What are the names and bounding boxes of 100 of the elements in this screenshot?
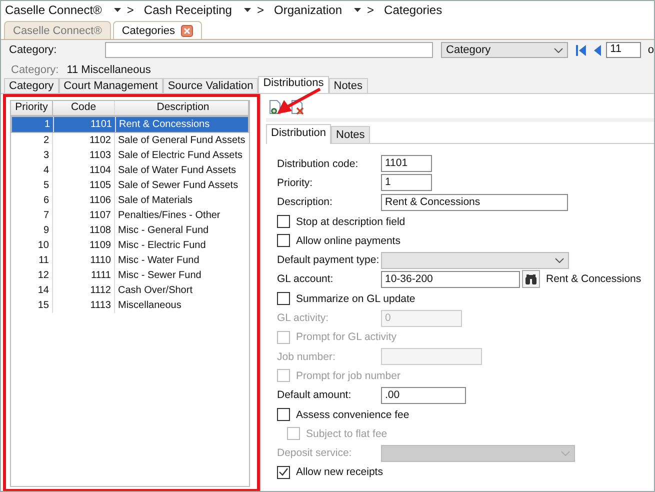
checkbox[interactable] [277, 215, 290, 228]
input-field[interactable]: 10-36-200 [381, 270, 520, 288]
checkbox-label: Prompt for job number [296, 370, 400, 382]
table-cell-text: Miscellaneous [117, 299, 182, 313]
table-cell-text: Misc - Electric Fund [117, 239, 207, 253]
pointer-arrow [275, 88, 321, 116]
table-cell: 1105 [53, 178, 115, 193]
table-cell: 2 [11, 133, 53, 148]
chevron-icon [555, 258, 564, 263]
tab[interactable]: Distribution [266, 124, 332, 144]
table-cell-text: Sale of Water Fund Assets [117, 164, 238, 178]
table-cell-text: Misc - General Fund [117, 224, 210, 238]
table-cell: 1106 [53, 193, 115, 208]
table-cell-text: Misc - Sewer Fund [117, 269, 202, 283]
grid-row[interactable]: 4 1104 Sale of Water Fund Assets [11, 163, 249, 178]
field-label: GL account: [277, 273, 334, 286]
current-label: Category: [11, 64, 59, 76]
breadcrumb-separator: > [367, 2, 374, 16]
field-label: Distribution code: [277, 158, 360, 170]
grid-row[interactable]: 3 1103 Sale of Electric Fund Assets [11, 148, 249, 163]
tab[interactable]: Category [4, 78, 59, 93]
breadcrumb-item[interactable]: Caselle Connect® [5, 2, 102, 16]
document-tab[interactable]: Categories [112, 21, 202, 39]
table-cell-text: Cash Over/Short [117, 284, 194, 298]
caret-icon[interactable] [354, 8, 362, 12]
grid-row[interactable]: 2 1102 Sale of General Fund Assets [11, 133, 249, 148]
checkbox-label: Subject to flat fee [306, 428, 388, 440]
caret-icon[interactable] [114, 8, 121, 12]
checkbox[interactable] [277, 408, 290, 421]
grid-row[interactable]: 7 1107 Penalties/Fines - Other [11, 208, 249, 223]
grid-row[interactable]: 10 1109 Misc - Electric Fund [11, 238, 249, 253]
field-label: GL activity: [277, 312, 330, 324]
input-field[interactable]: 1101 [381, 155, 432, 172]
record-field[interactable]: 11 [606, 42, 641, 58]
table-cell-text: Sale of Sewer Fund Assets [117, 179, 240, 193]
grid-row[interactable]: 12 1111 Misc - Sewer Fund [11, 268, 249, 283]
table-cell: 1104 [53, 163, 115, 178]
table-cell: 9 [11, 223, 53, 238]
breadcrumb-separator: > [126, 2, 134, 16]
field-label: Deposit service: [277, 447, 353, 460]
previous-record-icon[interactable] [594, 44, 602, 56]
table-cell: 1110 [53, 253, 115, 268]
close-icon[interactable] [181, 24, 194, 36]
grid-row[interactable]: 15 1113 Miscellaneous [11, 298, 249, 313]
search-label: Category: [9, 44, 58, 56]
search-field[interactable] [105, 42, 434, 58]
input-field[interactable]: Rent & Concessions [381, 194, 568, 211]
table-cell: 1102 [53, 133, 115, 148]
tab[interactable]: Notes [328, 78, 368, 93]
grid-row[interactable]: 6 1106 Sale of Materials [11, 193, 249, 208]
tab[interactable]: Notes [331, 126, 370, 143]
table-cell-text: Sale of General Fund Assets [117, 134, 246, 148]
table-cell: 3 [11, 148, 53, 163]
checkbox-label: Stop at description field [296, 216, 406, 228]
tab[interactable]: Distributions [258, 76, 329, 93]
table-cell: 1107 [53, 208, 115, 223]
checkbox[interactable] [277, 292, 290, 306]
checkbox-label: Prompt for GL activity [296, 331, 397, 344]
breadcrumb-item[interactable]: Categories [384, 2, 442, 16]
table-cell: 1113 [53, 298, 115, 313]
checkbox[interactable] [277, 466, 290, 479]
grid-row[interactable]: 5 1105 Sale of Sewer Fund Assets [11, 178, 249, 193]
table-cell: 1101 [54, 117, 116, 132]
checkbox[interactable] [277, 234, 290, 248]
table-cell: 4 [11, 163, 53, 178]
table-cell: 1 [12, 117, 54, 132]
caret-icon[interactable] [244, 8, 251, 12]
tab[interactable]: Source Validation [162, 78, 258, 93]
input-field[interactable]: .00 [381, 386, 466, 404]
breadcrumb-item[interactable]: Organization [274, 2, 342, 16]
breadcrumb-separator: > [256, 2, 264, 16]
chevron-icon [554, 48, 564, 52]
input-field[interactable]: 1 [381, 174, 432, 192]
column-header[interactable]: Priority [11, 101, 53, 115]
new-document-icon[interactable] [269, 100, 283, 115]
grid-row[interactable]: 1 1101 Rent & Concessions [11, 116, 249, 133]
table-cell: 12 [11, 268, 53, 283]
checkbox-label: Allow new receipts [296, 466, 383, 478]
table-cell: 1103 [53, 148, 115, 163]
tab[interactable]: Court Management [58, 78, 163, 93]
grid-row[interactable]: 9 1108 Misc - General Fund [11, 223, 249, 238]
field-label: Default amount: [277, 389, 352, 402]
field-label: Priority: [277, 176, 314, 189]
binoculars-icon [525, 274, 537, 285]
filter-dropdown[interactable]: Category [441, 42, 568, 58]
table-cell: 1112 [53, 283, 115, 298]
table-cell-text: Sale of Materials [117, 194, 194, 208]
breadcrumb-item[interactable]: Cash Receipting [144, 2, 232, 16]
checkbox-label: Assess convenience fee [296, 408, 410, 420]
table-cell-text: Sale of Electric Fund Assets [117, 149, 244, 163]
table-cell: 14 [11, 283, 53, 298]
table-cell-text: Misc - Water Fund [117, 254, 200, 268]
grid-row[interactable]: 11 1110 Misc - Water Fund [11, 253, 249, 268]
chevron-icon [561, 450, 570, 456]
column-header[interactable]: Code [53, 101, 115, 115]
first-record-icon[interactable] [576, 44, 586, 56]
document-tab[interactable]: Caselle Connect® [4, 21, 111, 39]
column-header[interactable]: Description [115, 101, 249, 115]
grid-row[interactable]: 14 1112 Cash Over/Short [11, 283, 249, 298]
lookup-button[interactable] [522, 270, 540, 288]
